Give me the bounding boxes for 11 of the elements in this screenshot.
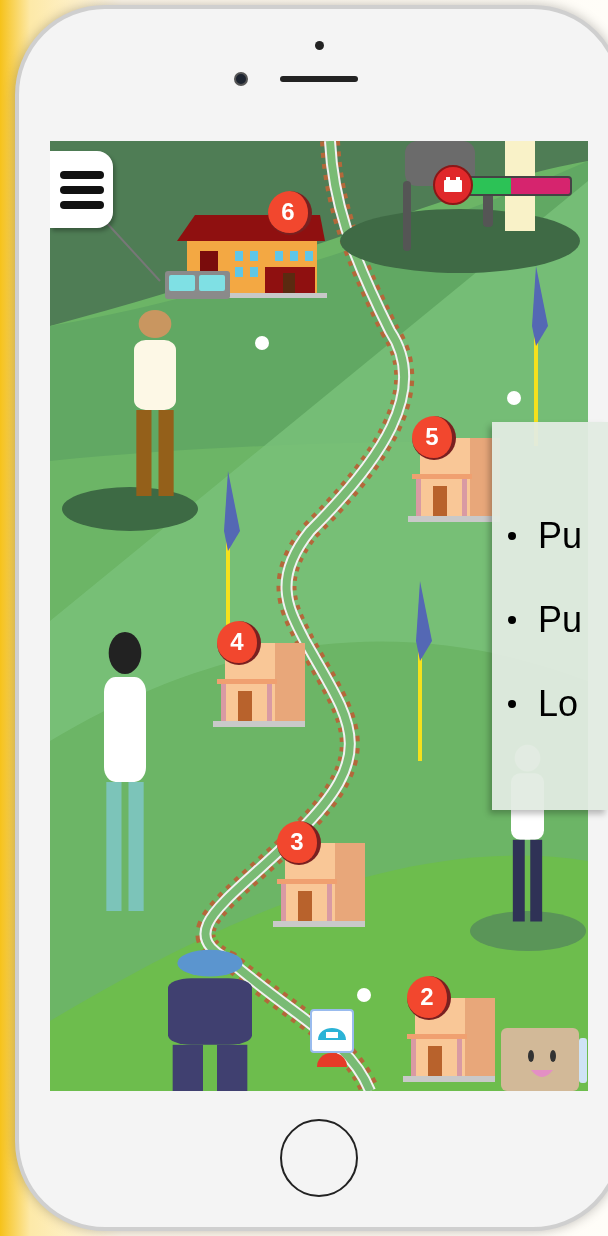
menu-icon [59, 170, 104, 209]
train-marker-icon[interactable] [309, 1009, 355, 1069]
speaker-icon [280, 76, 358, 82]
bullet-icon [508, 700, 516, 708]
bullet-text: Pu [538, 514, 583, 558]
bullet-text: Lo [538, 682, 579, 726]
bullet-icon [508, 616, 516, 624]
menu-button[interactable] [50, 151, 113, 228]
bullet-icon [508, 532, 516, 540]
camera-icon [234, 72, 248, 86]
bullet-text: Pu [538, 598, 583, 642]
